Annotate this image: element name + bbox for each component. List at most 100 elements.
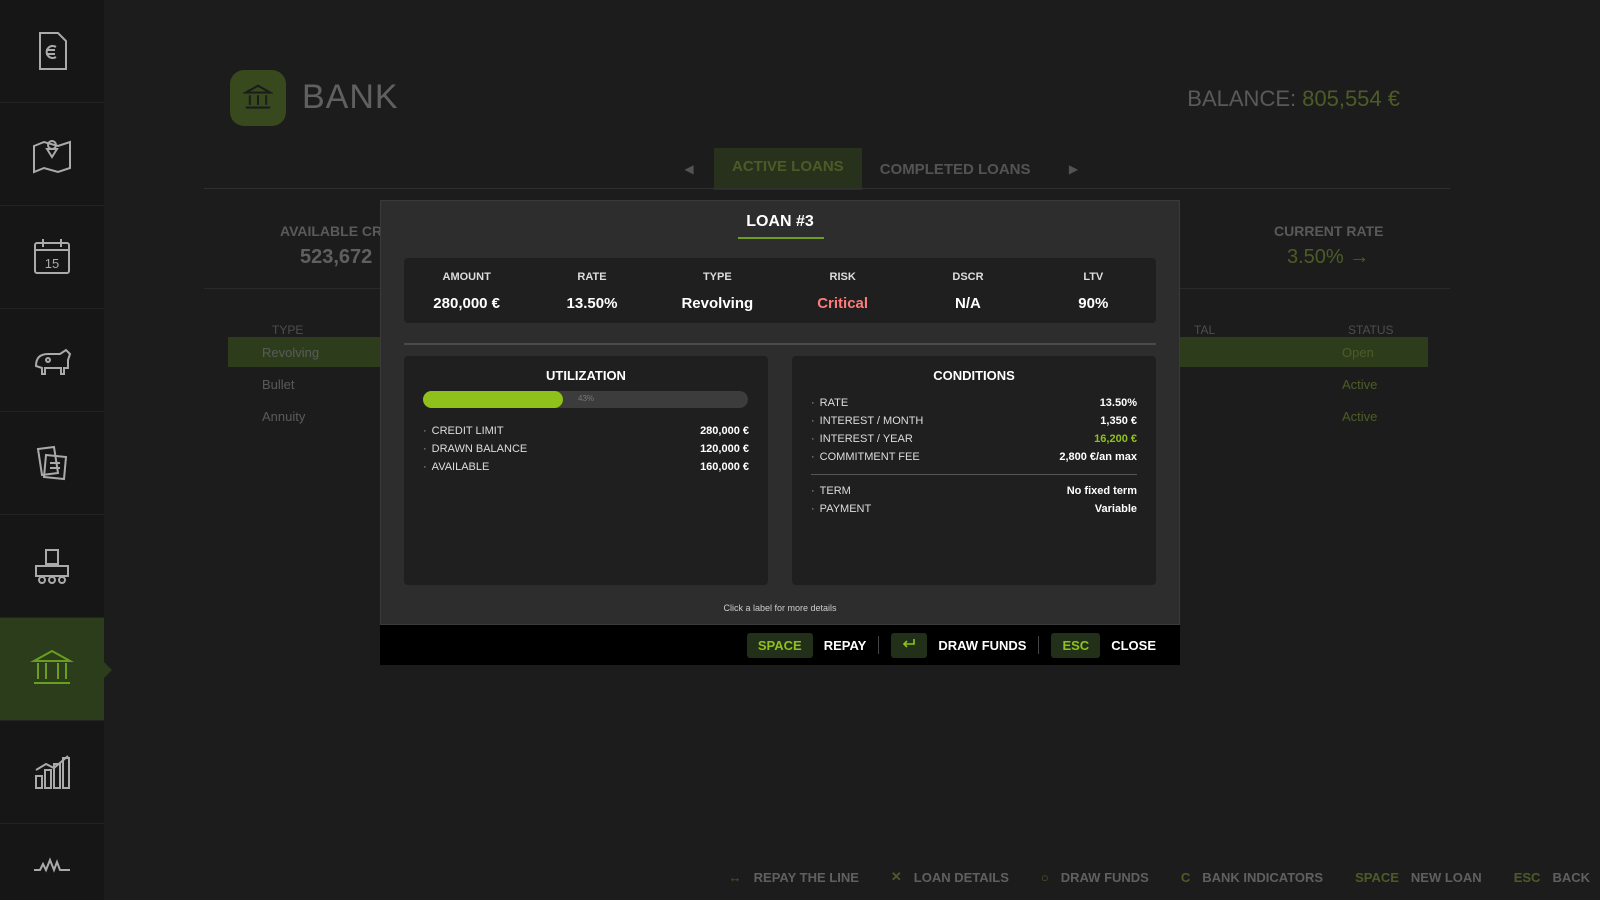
- esc-key-chip: ESC: [1051, 632, 1101, 658]
- kv-value: No fixed term: [1066, 485, 1137, 497]
- utilization-progress-fill: [423, 391, 563, 408]
- bank-logo: [230, 70, 286, 126]
- hint-key: ✕: [890, 869, 902, 884]
- documents-icon: [36, 445, 68, 481]
- kv-value: 1,350 €: [1100, 415, 1137, 427]
- kv-value: 280,000 €: [700, 425, 749, 437]
- tab-active-loans[interactable]: ACTIVE LOANS: [714, 148, 862, 190]
- divider: [204, 188, 1450, 189]
- hint-bar: ↔ REPAY THE LINE ✕ LOAN DETAILS ○ DRAW F…: [709, 866, 1600, 888]
- available-credit-value: 523,672: [300, 246, 373, 268]
- row-status: Active: [1342, 377, 1378, 392]
- column-header-status: STATUS: [1348, 323, 1394, 337]
- svg-text:15: 15: [45, 256, 59, 271]
- sidebar-item-bank[interactable]: [0, 618, 112, 721]
- tab-prev-icon[interactable]: ◀: [664, 162, 714, 176]
- kv-label: DRAWN BALANCE: [423, 443, 528, 455]
- balance-label: BALANCE:: [1187, 86, 1297, 111]
- sidebar-item-production[interactable]: [0, 515, 104, 618]
- stat-rate[interactable]: RATE 13.50%: [529, 258, 654, 323]
- stat-value: 13.50%: [566, 295, 618, 312]
- kv-label: PAYMENT: [811, 503, 872, 515]
- space-key-chip: SPACE: [746, 632, 813, 658]
- hint-key: ESC: [1513, 869, 1541, 885]
- stat-value: 280,000 €: [433, 295, 501, 312]
- row-type: Annuity: [262, 409, 306, 424]
- stat-label: DSCR: [952, 271, 984, 283]
- stat-label: LTV: [1083, 271, 1104, 283]
- kv-payment[interactable]: PAYMENT Variable: [811, 503, 1137, 515]
- hint-bank-indicators[interactable]: BANK INDICATORS: [1202, 870, 1323, 885]
- kv-rate[interactable]: RATE 13.50%: [811, 397, 1137, 409]
- loan-details-modal: LOAN #3 AMOUNT 280,000 € RATE 13.50% TYP…: [380, 200, 1180, 625]
- sidebar-item-activity[interactable]: [0, 824, 104, 900]
- risk-value: Critical: [817, 295, 869, 312]
- sidebar-item-contracts[interactable]: [0, 412, 104, 515]
- sidebar-item-calendar[interactable]: 15: [0, 206, 104, 309]
- kv-interest-month[interactable]: INTEREST / MONTH 1,350 €: [811, 415, 1137, 427]
- enter-key-chip: [891, 632, 928, 658]
- current-rate-label: CURRENT RATE: [1274, 223, 1384, 239]
- column-header-total: TAL: [1194, 323, 1216, 337]
- separator: [1038, 636, 1040, 654]
- draw-funds-button[interactable]: DRAW FUNDS: [938, 638, 1026, 653]
- map-pin-icon: [33, 140, 71, 174]
- bar-chart-icon: [35, 755, 70, 789]
- separator: [878, 636, 880, 654]
- sidebar-item-animals[interactable]: [0, 309, 104, 412]
- title-underline: [738, 237, 824, 239]
- divider: [811, 474, 1137, 475]
- row-type: Bullet: [262, 377, 295, 392]
- sidebar-item-statistics[interactable]: [0, 721, 104, 824]
- tab-next-icon[interactable]: ▶: [1049, 162, 1099, 176]
- tab-completed-loans[interactable]: COMPLETED LOANS: [862, 151, 1049, 188]
- balance-display: BALANCE: 805,554 €: [1187, 86, 1400, 112]
- column-header-type: TYPE: [272, 323, 304, 337]
- hint-draw-funds[interactable]: DRAW FUNDS: [1061, 870, 1149, 885]
- close-button[interactable]: CLOSE: [1111, 638, 1156, 653]
- kv-credit-limit[interactable]: CREDIT LIMIT 280,000 €: [423, 425, 749, 437]
- kv-label: INTEREST / YEAR: [811, 433, 913, 445]
- modal-action-bar: SPACE REPAY DRAW FUNDS ESC CLOSE: [380, 625, 1180, 665]
- kv-label: RATE: [811, 397, 849, 409]
- hint-key: SPACE: [1355, 869, 1399, 885]
- stat-type[interactable]: TYPE Revolving: [655, 258, 780, 323]
- kv-value: 2,800 €/an max: [1059, 451, 1137, 463]
- stat-value: 90%: [1078, 295, 1109, 312]
- kv-value: 160,000 €: [700, 461, 749, 473]
- hint-key: ○: [1040, 869, 1049, 885]
- stat-value: N/A: [955, 295, 981, 312]
- current-rate-value: 3.50% →: [1287, 246, 1370, 268]
- stat-ltv[interactable]: LTV 90%: [1031, 258, 1156, 323]
- hint-repay-the-line[interactable]: REPAY THE LINE: [754, 870, 859, 885]
- kv-label: AVAILABLE: [423, 461, 490, 473]
- hint-key: C: [1180, 869, 1191, 885]
- hint-back[interactable]: BACK: [1552, 870, 1590, 885]
- kv-interest-year[interactable]: INTEREST / YEAR 16,200 €: [811, 433, 1137, 445]
- sidebar-item-finances[interactable]: [0, 0, 104, 103]
- activity-icon: [34, 857, 70, 873]
- balance-value: 805,554 €: [1302, 86, 1400, 111]
- loan-tabs: ◀ ACTIVE LOANS COMPLETED LOANS ▶: [664, 148, 1099, 190]
- kv-commitment-fee[interactable]: COMMITMENT FEE 2,800 €/an max: [811, 451, 1137, 463]
- kv-label: CREDIT LIMIT: [423, 425, 504, 437]
- kv-term[interactable]: TERM No fixed term: [811, 485, 1137, 497]
- kv-drawn-balance[interactable]: DRAWN BALANCE 120,000 €: [423, 443, 749, 455]
- stat-amount[interactable]: AMOUNT 280,000 €: [404, 258, 529, 323]
- available-credit-label: AVAILABLE CR: [280, 223, 383, 239]
- panel-title: CONDITIONS: [933, 368, 1015, 383]
- stat-dscr[interactable]: DSCR N/A: [905, 258, 1030, 323]
- stat-risk[interactable]: RISK Critical: [780, 258, 905, 323]
- hint-new-loan[interactable]: NEW LOAN: [1411, 870, 1482, 885]
- repay-button[interactable]: REPAY: [824, 638, 867, 653]
- utilization-panel: UTILIZATION 43% CREDIT LIMIT 280,000 € D…: [404, 356, 768, 585]
- hint-loan-details[interactable]: LOAN DETAILS: [914, 870, 1009, 885]
- kv-available[interactable]: AVAILABLE 160,000 €: [423, 461, 749, 473]
- modal-hint: Click a label for more details: [723, 603, 837, 613]
- stat-label: TYPE: [702, 271, 732, 283]
- row-status: Open: [1342, 345, 1374, 360]
- stat-label: AMOUNT: [442, 271, 491, 283]
- sidebar: 15: [0, 0, 112, 900]
- utilization-progress-bar: 43%: [423, 391, 748, 408]
- sidebar-item-map[interactable]: [0, 103, 104, 206]
